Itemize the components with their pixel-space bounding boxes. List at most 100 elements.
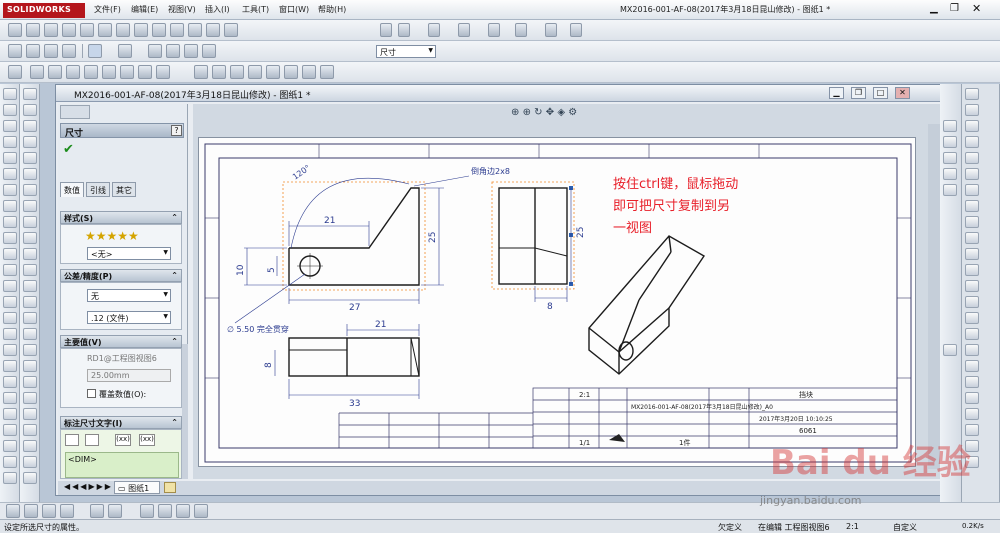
tab-leader[interactable]: 引线: [86, 182, 110, 197]
design-library-icon[interactable]: [943, 136, 957, 148]
revision-icon[interactable]: [284, 65, 298, 79]
dim-25-front[interactable]: 25: [428, 232, 438, 243]
annot-hatch-icon[interactable]: [23, 264, 37, 276]
add-sheet-icon[interactable]: [164, 482, 176, 493]
line-format-icon[interactable]: [184, 44, 198, 58]
lights-icon[interactable]: [206, 23, 220, 37]
bt-hide-icon[interactable]: [90, 504, 104, 518]
drawing-sheet[interactable]: 120° 21 27 25 10 5 ∅ 5.50 完全贯穿 倒角边2x8 25…: [198, 137, 916, 467]
annot-dim-icon[interactable]: [23, 88, 37, 100]
annot-thread-icon[interactable]: [23, 344, 37, 356]
layer-icon[interactable]: [166, 44, 180, 58]
sketch-copy-icon[interactable]: [3, 456, 17, 468]
dim-5[interactable]: 5: [267, 267, 277, 273]
bom-icon[interactable]: [302, 65, 316, 79]
side-view[interactable]: [498, 187, 568, 285]
open-icon[interactable]: [398, 23, 410, 37]
override-checkbox[interactable]: [87, 389, 96, 398]
annot-group-icon[interactable]: [23, 472, 37, 484]
bt-align-icon[interactable]: [140, 504, 154, 518]
sketch-offset-icon[interactable]: [3, 216, 17, 228]
line-color-icon[interactable]: [943, 344, 957, 356]
view-palette-icon[interactable]: [943, 120, 957, 132]
bt-lineweight-icon[interactable]: [60, 504, 74, 518]
isometric-view[interactable]: [588, 235, 706, 375]
menu-tools[interactable]: 工具(T): [242, 4, 269, 15]
front-view[interactable]: [288, 187, 420, 286]
drawing-canvas[interactable]: ⊕ ⊕ ↻ ✥ ◈ ⚙ 120° 21 27 25 10 5 ∅ 5.50 完全…: [193, 104, 943, 479]
sketch-trim-icon[interactable]: [3, 200, 17, 212]
shaded-icon[interactable]: [170, 23, 184, 37]
table-icon[interactable]: [266, 65, 280, 79]
display-hud-icon[interactable]: ◈: [557, 107, 565, 118]
status-scale[interactable]: 2:1: [846, 522, 859, 531]
sketch-fillet-icon[interactable]: [3, 248, 17, 260]
doc-minimize-icon[interactable]: ▁: [829, 87, 844, 99]
zoom-area-hud-icon[interactable]: ⊕: [523, 107, 531, 118]
section-icon[interactable]: [188, 23, 202, 37]
annot-weld-icon[interactable]: [23, 216, 37, 228]
bt-group-icon[interactable]: [158, 504, 172, 518]
dimtext-field[interactable]: <DIM>: [65, 452, 179, 478]
sketch-spline-icon[interactable]: [3, 152, 17, 164]
file-explorer-icon[interactable]: [943, 152, 957, 164]
rs-slot-icon[interactable]: [965, 200, 979, 212]
tolerance-section-header[interactable]: 公差/精度(P) ⌃: [60, 269, 182, 282]
annot-table-icon[interactable]: [23, 296, 37, 308]
centerline-icon[interactable]: [212, 65, 226, 79]
hidden-lines-icon[interactable]: [152, 23, 166, 37]
balloon-icon[interactable]: [48, 65, 62, 79]
status-custom[interactable]: 自定义: [893, 522, 917, 533]
grid-icon[interactable]: [118, 44, 132, 58]
menu-window[interactable]: 窗口(W): [279, 4, 309, 15]
ok-check-icon[interactable]: ✔: [63, 142, 74, 157]
sketch-arc-icon[interactable]: [3, 136, 17, 148]
rebuild-icon[interactable]: [545, 23, 557, 37]
annot-surface-icon[interactable]: [23, 200, 37, 212]
annot-center-icon[interactable]: [23, 248, 37, 260]
rs-fillet-icon[interactable]: [965, 232, 979, 244]
redo-icon[interactable]: [515, 23, 527, 37]
pm-tab-icons[interactable]: [60, 105, 90, 119]
note-icon[interactable]: [30, 65, 44, 79]
annot-bom-icon[interactable]: [23, 328, 37, 340]
zoom-area-icon[interactable]: [44, 23, 58, 37]
sketch-scale-icon[interactable]: [3, 440, 17, 452]
open-doc-icon[interactable]: [26, 44, 40, 58]
menu-insert[interactable]: 插入(I): [205, 4, 230, 15]
rs-mirror-icon[interactable]: [965, 328, 979, 340]
smart-dim-icon[interactable]: [8, 23, 22, 37]
precision-combo[interactable]: .12 (文件): [87, 311, 171, 324]
tab-value[interactable]: 数值: [60, 182, 84, 197]
minimize-icon[interactable]: ▁: [930, 3, 938, 14]
tolerance-type-combo[interactable]: 无: [87, 289, 171, 302]
sketch-construction-icon[interactable]: [3, 296, 17, 308]
help-icon[interactable]: ?: [171, 125, 182, 136]
sketch-rotate-icon[interactable]: [3, 424, 17, 436]
zoom-fit-hud-icon[interactable]: ⊕: [511, 107, 519, 118]
rotate-hud-icon[interactable]: ↻: [534, 107, 542, 118]
annot-lineweight-icon[interactable]: [23, 408, 37, 420]
dim-25-side[interactable]: 25: [576, 227, 586, 238]
annot-rev-icon[interactable]: [23, 312, 37, 324]
doc-maximize-icon[interactable]: □: [873, 87, 888, 99]
annot-layer-icon[interactable]: [23, 360, 37, 372]
new-icon[interactable]: [380, 23, 392, 37]
tab-other[interactable]: 其它: [112, 182, 136, 197]
dim-10[interactable]: 10: [236, 264, 246, 276]
dimtext-leader-icon[interactable]: [85, 434, 99, 446]
style-star-icon[interactable]: ★★★★★: [85, 229, 139, 243]
rs-construction-icon[interactable]: [965, 376, 979, 388]
view-orient-icon[interactable]: [116, 23, 130, 37]
sheet-tab-1[interactable]: ▭ 图纸1: [114, 481, 160, 494]
center-mark-icon[interactable]: [194, 65, 208, 79]
bt-show-icon[interactable]: [108, 504, 122, 518]
rs-ellipse-icon[interactable]: [965, 216, 979, 228]
dim-8-side[interactable]: 8: [547, 302, 553, 312]
bt-color-icon[interactable]: [24, 504, 38, 518]
sketch-mirror-icon[interactable]: [3, 232, 17, 244]
close-icon[interactable]: ✕: [972, 2, 981, 15]
annot-balloon-icon[interactable]: [23, 152, 37, 164]
dimension-style-combo[interactable]: 尺寸: [376, 45, 436, 58]
top-view[interactable]: [288, 337, 420, 377]
